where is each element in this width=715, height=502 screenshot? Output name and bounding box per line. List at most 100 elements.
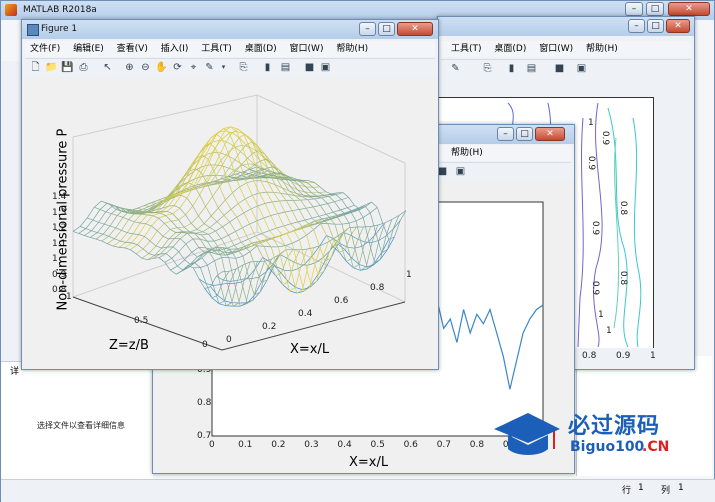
fig3-link-icon[interactable]: ⎘ (481, 62, 494, 75)
fig1-x-tick-2: 0.4 (298, 309, 313, 319)
rotate-3d-icon[interactable]: ⟳ (171, 61, 184, 74)
matlab-logo-icon (5, 4, 17, 16)
save-icon[interactable]: 💾 (61, 61, 74, 74)
fig3-toolbar: ✎ ⎘ ▮ ▤ ■ ▣ (441, 59, 691, 78)
fig2-x-tick-6: 0.6 (403, 440, 418, 450)
graduation-cap-icon (494, 413, 560, 455)
contour-line-cyan-2 (632, 117, 642, 348)
contour-line-purple-2 (577, 117, 584, 348)
fig2-x-tick-4: 0.4 (337, 440, 352, 450)
fig1-menu-edit[interactable]: 编辑(E) (68, 41, 109, 57)
fig2-x-tick-7: 0.7 (436, 440, 452, 450)
fig1-menu-desktop[interactable]: 桌面(D) (240, 41, 282, 57)
fig1-menu-help[interactable]: 帮助(H) (331, 41, 373, 57)
current-folder-panel (1, 61, 22, 361)
contour-label-3: 0.9 (600, 130, 611, 146)
figure-icon (27, 24, 39, 36)
figure-1-window[interactable]: Figure 1 – □ ✕ 文件(F) 编辑(E) 查看(V) 插入(I) 工… (21, 19, 439, 370)
fig2-dock-icon[interactable]: ▣ (454, 165, 467, 178)
contour-label-7: 0.8 (618, 270, 629, 286)
status-col-value: 1 (678, 483, 684, 493)
fig3-close-button[interactable]: ✕ (666, 19, 690, 33)
link-plot-icon[interactable]: ⎘ (237, 61, 250, 74)
fig3-maximize-button[interactable]: □ (647, 19, 664, 33)
fig2-minimize-button[interactable]: – (497, 127, 514, 141)
fig3-legend-icon[interactable]: ▤ (525, 62, 538, 75)
colorbar-icon[interactable]: ▮ (261, 61, 274, 74)
zoom-out-icon[interactable]: ⊖ (139, 61, 152, 74)
fig3-brush-icon[interactable]: ✎ (449, 62, 462, 75)
zoom-in-icon[interactable]: ⊕ (123, 61, 136, 74)
fig1-x-tick-0: 0 (226, 335, 232, 345)
fig1-y-tick-1: 0.5 (134, 316, 149, 326)
mesh-line-y-23 (235, 173, 386, 270)
maximize-button[interactable]: □ (646, 2, 664, 16)
mesh-line-x-8 (118, 130, 303, 248)
new-figure-icon[interactable]: 🗋 (29, 61, 42, 74)
fig2-close-button[interactable]: ✕ (535, 127, 565, 141)
fig3-menu-tools[interactable]: 工具(T) (446, 41, 487, 57)
edit-plot-icon[interactable]: ↖ (101, 61, 114, 74)
fig3-hide-tools-icon[interactable]: ■ (553, 62, 566, 75)
fig2-x-tick-0: 0 (209, 440, 215, 450)
fig2-menu-help[interactable]: 帮助(H) (446, 145, 488, 161)
figure-1-title: Figure 1 (41, 24, 78, 34)
status-bar (1, 479, 715, 502)
fig1-menu-file[interactable]: 文件(F) (25, 41, 65, 57)
fig1-close-button[interactable]: ✕ (397, 22, 433, 36)
mesh-line-y-13 (164, 133, 315, 294)
fig1-menu-tools[interactable]: 工具(T) (196, 41, 237, 57)
mesh-line-x-2 (84, 170, 269, 236)
hide-plot-tools-icon[interactable]: ■ (303, 61, 316, 74)
status-col-label: 列 (661, 486, 671, 496)
fig3-menu-window[interactable]: 窗口(W) (534, 41, 578, 57)
fig1-x-tick-1: 0.2 (262, 322, 277, 332)
main-window-title: MATLAB R2018a (23, 5, 97, 15)
brush-dropdown-icon[interactable]: ▾ (217, 61, 230, 74)
brush-icon[interactable]: ✎ (203, 61, 216, 74)
fig2-x-tick-5: 0.5 (370, 440, 385, 450)
details-empty-text: 选择文件以查看详细信息 (37, 421, 125, 430)
close-button[interactable]: ✕ (668, 2, 710, 16)
minimize-button[interactable]: – (625, 2, 643, 16)
contour-label-9: 1 (598, 310, 604, 320)
mesh-line-x-1 (78, 168, 263, 234)
data-cursor-icon[interactable]: ⌖ (187, 61, 200, 74)
fig3-menu-desktop[interactable]: 桌面(D) (489, 41, 531, 57)
mesh-line-y-0 (72, 231, 223, 290)
fig1-minimize-button[interactable]: – (359, 22, 376, 36)
fig1-menu-view[interactable]: 查看(V) (112, 41, 153, 57)
fig3-minimize-button[interactable]: – (628, 19, 645, 33)
mesh-line-x-24 (210, 236, 395, 304)
fig3-x-tick-2: 1 (650, 351, 656, 361)
fig3-dock-icon[interactable]: ▣ (575, 62, 588, 75)
fig3-x-tick-1: 0.9 (616, 351, 631, 361)
fig3-menu-help[interactable]: 帮助(H) (581, 41, 623, 57)
fig1-y-axis-label: Z=z/B (109, 338, 149, 353)
fig2-x-tick-8: 0.8 (469, 440, 485, 450)
print-icon[interactable]: ⎙ (77, 61, 90, 74)
fig3-menubar: 工具(T) 桌面(D) 窗口(W) 帮助(H) (441, 41, 691, 57)
watermark-logo: 必过源码 Biguo100 .CN (490, 405, 710, 465)
fig1-y-tick-0: 0 (202, 340, 208, 350)
mesh-line-x-15 (158, 192, 344, 259)
fig1-menu-insert[interactable]: 插入(I) (156, 41, 194, 57)
fig2-maximize-button[interactable]: □ (516, 127, 533, 141)
contour-label-8: 0.9 (590, 280, 601, 296)
fig1-menu-window[interactable]: 窗口(W) (285, 41, 329, 57)
contour-label-5: 0.8 (618, 200, 629, 216)
fig1-maximize-button[interactable]: □ (378, 22, 395, 36)
open-file-icon[interactable]: 📁 (45, 61, 58, 74)
watermark-chinese: 必过源码 (568, 414, 661, 439)
contour-label-10: 1 (606, 326, 612, 336)
legend-icon[interactable]: ▤ (279, 61, 292, 74)
fig3-x-tick-0: 0.8 (582, 351, 597, 361)
mesh-surface-plot[interactable] (22, 77, 438, 369)
fig2-x-tick-1: 0.1 (238, 440, 253, 450)
watermark-suffix: .CN (642, 439, 670, 455)
dock-figure-icon[interactable]: ▣ (319, 61, 332, 74)
fig3-colorbar-icon[interactable]: ▮ (505, 62, 518, 75)
fig2-x-tick-2: 0.2 (271, 440, 286, 450)
pan-icon[interactable]: ✋ (155, 61, 168, 74)
fig1-x-tick-3: 0.6 (334, 296, 349, 306)
